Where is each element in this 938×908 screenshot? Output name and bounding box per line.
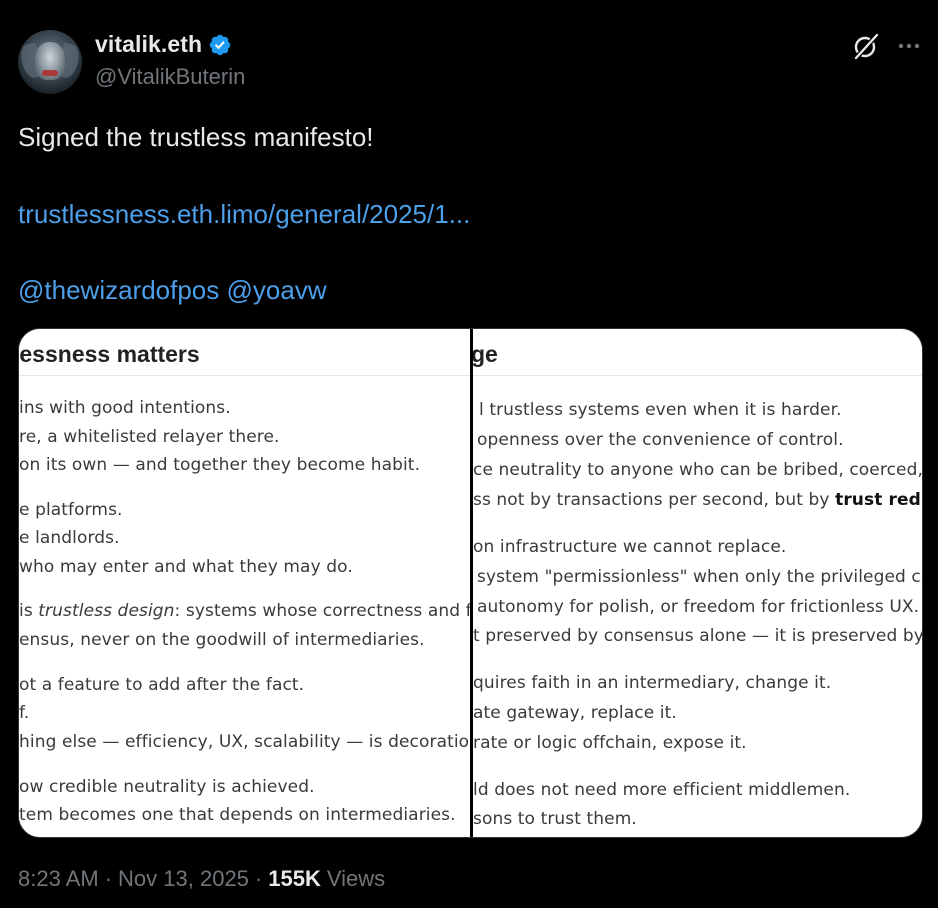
tweet-link[interactable]: trustlessness.eth.limo/general/2025/1... [18, 195, 470, 233]
tweet-mentions: @thewizardofpos @yoavw [18, 271, 327, 309]
mention-link[interactable]: @thewizardofpos [18, 275, 219, 305]
panel-line: rate or logic offchain, expose it. [473, 733, 747, 753]
panel-heading: ge [473, 341, 498, 367]
panel-line: who may enter and what they may do. [19, 557, 353, 577]
panel-line: sons to trust them. [473, 809, 637, 829]
panel-line: ss not by transactions per second, but b… [473, 490, 922, 510]
mention-link[interactable]: @yoavw [227, 275, 327, 305]
panel-line: autonomy for polish, or freedom for fric… [477, 597, 920, 617]
media-panel-left: lessness matters ins with good intention… [19, 329, 470, 837]
meta-separator: · [254, 866, 263, 891]
panel-line: system "permissionless" when only the pr… [477, 567, 923, 587]
panel-line: ot a feature to add after the fact. [19, 675, 305, 695]
panel-line: tem becomes one that depends on intermed… [19, 805, 456, 825]
panel-divider-line [19, 375, 470, 376]
media-panel-right: ge l trustless systems even when it is h… [473, 329, 923, 837]
author-name-row: vitalik.eth [95, 31, 232, 58]
tweet-text: Signed the trustless manifesto! [18, 122, 374, 152]
tweet-date[interactable]: Nov 13, 2025 [118, 866, 249, 892]
panel-line: ensus, never on the goodwill of intermed… [19, 630, 425, 650]
panel-line: on infrastructure we cannot replace. [473, 537, 787, 557]
panel-line: quires faith in an intermediary, change … [473, 673, 832, 693]
tweet-meta: 8:23 AM · Nov 13, 2025 · 155K Views [18, 866, 385, 892]
panel-line: ow credible neutrality is achieved. [19, 777, 315, 797]
panel-line: ce neutrality to anyone who can be bribe… [473, 460, 923, 480]
meta-separator: · [104, 866, 113, 891]
panel-line: e landlords. [19, 528, 120, 548]
avatar-mouth [42, 70, 58, 76]
author-handle[interactable]: @VitalikButerin [95, 64, 245, 90]
panel-line: ate gateway, replace it. [473, 703, 677, 723]
panel-line: openness over the convenience of control… [477, 430, 844, 450]
panel-line: t preserved by consensus alone — it is p… [473, 626, 923, 646]
verified-badge-icon [209, 34, 231, 55]
panel-line: ins with good intentions. [19, 398, 231, 418]
panel-heading: lessness matters [19, 341, 200, 367]
author-display-name[interactable]: vitalik.eth [95, 31, 202, 58]
grok-icon[interactable] [851, 31, 881, 61]
panel-line: e platforms. [19, 500, 123, 520]
panel-line: ld does not need more efficient middleme… [473, 780, 851, 800]
views-label: Views [326, 866, 386, 891]
more-options-icon[interactable] [896, 34, 922, 58]
panel-line: on its own — and together they become ha… [19, 455, 421, 475]
avatar[interactable] [18, 30, 82, 94]
tweet-media-image[interactable]: lessness matters ins with good intention… [18, 328, 923, 838]
panel-line: f. [19, 703, 30, 723]
panel-line: l trustless systems even when it is hard… [479, 400, 842, 420]
views-count: 155K [268, 866, 321, 891]
panel-line: hing else — efficiency, UX, scalability … [19, 732, 470, 752]
panel-line: is trustless design: systems whose corre… [19, 601, 470, 621]
tweet-time[interactable]: 8:23 AM [18, 866, 99, 892]
panel-divider-line [473, 375, 922, 376]
panel-line: re, a whitelisted relayer there. [19, 427, 280, 447]
